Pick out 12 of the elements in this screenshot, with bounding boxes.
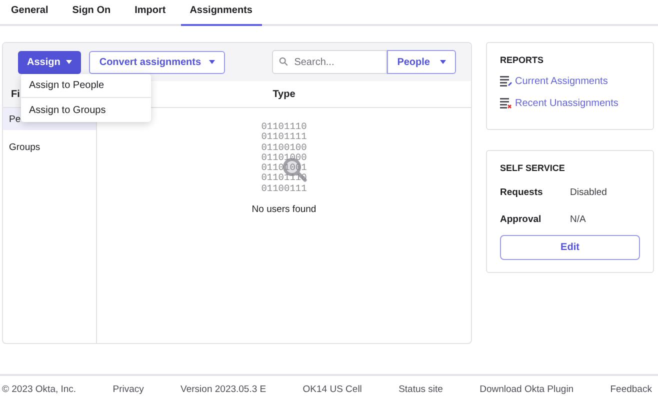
setting-label: Requests <box>500 187 544 198</box>
setting-value: Disabled <box>570 187 607 198</box>
binary-text: 01100100 <box>261 142 307 153</box>
setting-value: N/A <box>570 214 586 225</box>
binary-text: 01101110 <box>261 122 307 132</box>
binary-text: 01100111 <box>261 184 307 194</box>
card-title: SELF SERVICE <box>500 163 566 173</box>
setting-label: Approval <box>500 214 542 225</box>
card-title: REPORTS <box>500 55 545 65</box>
binary-text: 01101111 <box>261 132 307 143</box>
empty-message: No users found <box>252 204 316 216</box>
footer-text: © 2023 Okta, Inc. <box>2 384 76 395</box>
